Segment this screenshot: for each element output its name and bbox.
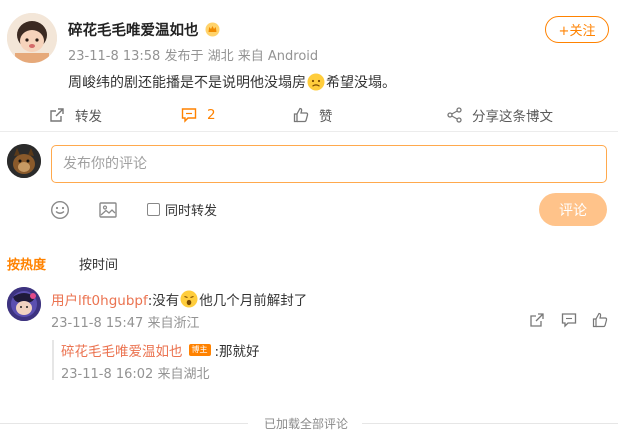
share-icon bbox=[447, 107, 462, 123]
post-text-part2: 希望没塌。 bbox=[326, 75, 396, 91]
reply-text: :那就好 bbox=[214, 344, 260, 360]
post-content: 周峻纬的剧还能播是不是说明他没塌房 希望没塌。 bbox=[68, 72, 396, 92]
post-meta: 23-11-8 13:58 发布于 湖北 来自 Android bbox=[68, 45, 318, 64]
forward-also-checkbox[interactable]: 同时转发 bbox=[147, 200, 217, 219]
forward-also-label: 同时转发 bbox=[165, 204, 218, 219]
author-name[interactable]: 碎花毛毛唯爱温如也 bbox=[68, 19, 199, 40]
post-location: 发布于 湖北 bbox=[164, 49, 234, 64]
comment-forward-icon[interactable] bbox=[529, 312, 545, 328]
post-text-part1: 周峻纬的剧还能播是不是说明他没塌房 bbox=[68, 75, 306, 91]
emoji-picker-icon[interactable] bbox=[50, 200, 70, 220]
author-avatar[interactable] bbox=[7, 13, 57, 63]
surprised-face-emoji-icon bbox=[180, 290, 198, 308]
checkbox-box[interactable] bbox=[147, 203, 160, 216]
comment-meta: 23-11-8 15:47 来自浙江 bbox=[51, 312, 200, 331]
author-badge: 博主 bbox=[188, 344, 211, 356]
comment-body: 用户lft0hgubpf :没有 他几个月前解封了 bbox=[51, 289, 307, 309]
commenter-name[interactable]: 用户lft0hgubpf bbox=[51, 289, 148, 309]
comment-input[interactable] bbox=[51, 145, 607, 183]
forward-label: 转发 bbox=[75, 109, 102, 125]
reply-location: 来自湖北 bbox=[157, 367, 210, 382]
like-label: 赞 bbox=[319, 109, 333, 125]
submit-comment-button[interactable]: 评论 bbox=[539, 193, 607, 226]
reply-date: 23-11-8 16:02 bbox=[61, 367, 154, 382]
loaded-all-comments: 已加载全部评论 bbox=[264, 417, 349, 431]
footer-divider-right bbox=[362, 423, 618, 424]
comment-text-part1: :没有 bbox=[147, 293, 180, 309]
comment-like-icon[interactable] bbox=[592, 312, 608, 328]
tab-sort-by-time[interactable]: 按时间 bbox=[79, 254, 118, 273]
comment-text-part2: 他几个月前解封了 bbox=[199, 293, 308, 309]
like-action[interactable]: 赞 bbox=[293, 106, 333, 125]
forward-action[interactable]: 转发 bbox=[49, 106, 102, 125]
divider bbox=[0, 131, 618, 132]
crown-badge-icon bbox=[205, 22, 220, 37]
post-source: 来自 Android bbox=[237, 49, 319, 64]
forward-icon bbox=[50, 108, 64, 122]
share-action[interactable]: 分享这条博文 bbox=[447, 106, 553, 125]
share-label: 分享这条博文 bbox=[472, 109, 553, 125]
comment-icon bbox=[181, 108, 197, 123]
reply-author-name[interactable]: 碎花毛毛唯爱温如也 bbox=[61, 340, 183, 360]
comment-count: 2 bbox=[207, 107, 216, 123]
reply-indent-bar bbox=[52, 340, 54, 380]
reply-body: 碎花毛毛唯爱温如也 博主 :那就好 bbox=[61, 340, 260, 360]
comment-date: 23-11-8 15:47 bbox=[51, 316, 144, 331]
follow-button[interactable]: +关注 bbox=[545, 16, 609, 43]
comment-reply-icon[interactable] bbox=[561, 312, 577, 328]
current-user-avatar[interactable] bbox=[7, 144, 41, 178]
tab-sort-by-hot[interactable]: 按热度 bbox=[7, 254, 46, 273]
post-date[interactable]: 23-11-8 13:58 bbox=[68, 49, 160, 64]
comment-action[interactable]: 2 bbox=[181, 106, 216, 124]
sad-face-emoji-icon bbox=[307, 73, 325, 91]
reply-meta: 23-11-8 16:02 来自湖北 bbox=[61, 363, 210, 382]
image-upload-icon[interactable] bbox=[98, 200, 118, 220]
thumbs-up-icon bbox=[293, 107, 309, 123]
footer-divider-left bbox=[0, 423, 248, 424]
comment-location: 来自浙江 bbox=[147, 316, 200, 331]
commenter-avatar[interactable] bbox=[7, 287, 41, 321]
